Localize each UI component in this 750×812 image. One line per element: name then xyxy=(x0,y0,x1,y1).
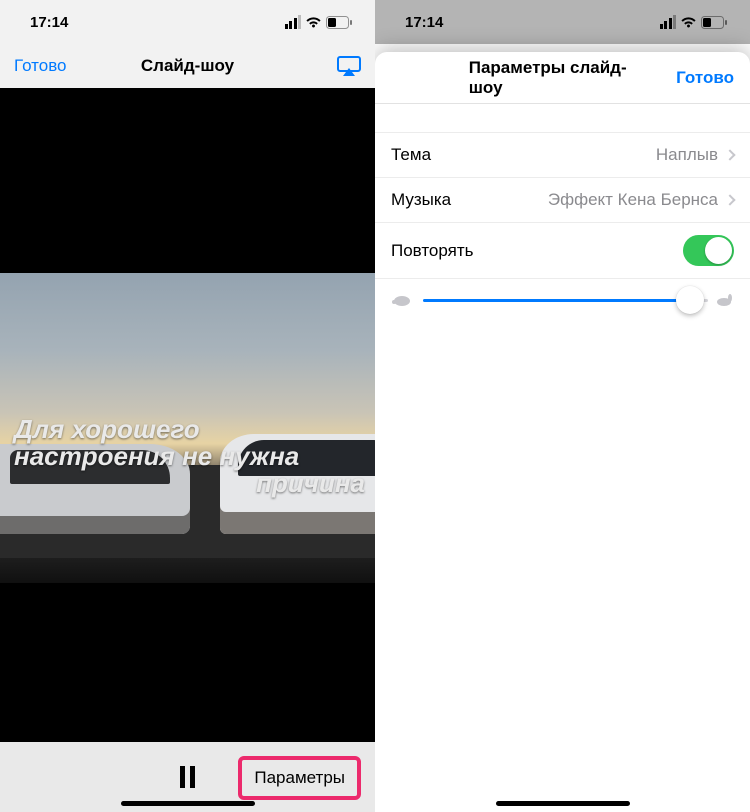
done-button[interactable]: Готово xyxy=(14,56,74,76)
row-theme-label: Тема xyxy=(391,145,431,165)
repeat-toggle[interactable] xyxy=(683,235,734,266)
battery-icon xyxy=(701,16,728,29)
speed-slider[interactable] xyxy=(423,299,702,302)
rabbit-icon xyxy=(712,293,734,307)
cellular-icon xyxy=(660,15,677,29)
slideshow-title: Слайд-шоу xyxy=(141,56,234,76)
row-theme[interactable]: Тема Наплыв xyxy=(375,133,750,178)
settings-list: Тема Наплыв Музыка Эффект Кена Бернса По… xyxy=(375,132,750,279)
right-phone: 17:14 Параметры слайд-шоу Готово Те xyxy=(375,0,750,812)
row-theme-value: Наплыв xyxy=(656,145,718,165)
home-indicator[interactable] xyxy=(121,801,255,806)
video-overlay-text: Для хорошего настроения не нужна причина xyxy=(14,416,365,498)
chevron-right-icon xyxy=(724,149,735,160)
row-repeat-label: Повторять xyxy=(391,241,474,261)
options-sheet: Параметры слайд-шоу Готово Тема Наплыв М… xyxy=(375,52,750,812)
pause-button[interactable] xyxy=(168,757,208,797)
right-dimmed-status: 17:14 xyxy=(375,0,750,44)
options-done-button[interactable]: Готово xyxy=(676,68,734,88)
status-time: 17:14 xyxy=(405,14,443,31)
row-music-label: Музыка xyxy=(391,190,451,210)
options-button[interactable]: Параметры xyxy=(238,756,361,800)
slideshow-nav: Готово Слайд-шоу xyxy=(0,44,375,88)
chevron-right-icon xyxy=(724,194,735,205)
left-phone: 17:14 Готово Слайд-шоу xyxy=(0,0,375,812)
battery-icon xyxy=(326,16,353,29)
row-music[interactable]: Музыка Эффект Кена Бернса xyxy=(375,178,750,223)
cellular-icon xyxy=(285,15,302,29)
home-indicator[interactable] xyxy=(496,801,630,806)
options-title: Параметры слайд-шоу xyxy=(469,58,657,98)
status-bar-left: 17:14 xyxy=(0,0,375,44)
wifi-icon xyxy=(680,16,697,29)
status-icons xyxy=(285,15,354,29)
row-music-value: Эффект Кена Бернса xyxy=(548,190,718,210)
wifi-icon xyxy=(305,16,322,29)
video-frame: Для хорошего настроения не нужна причина xyxy=(0,273,375,583)
options-nav: Параметры слайд-шоу Готово xyxy=(375,52,750,104)
row-repeat: Повторять xyxy=(375,223,750,279)
status-time: 17:14 xyxy=(30,14,68,31)
airplay-icon[interactable] xyxy=(337,56,361,76)
slideshow-video[interactable]: Для хорошего настроения не нужна причина xyxy=(0,88,375,742)
status-icons xyxy=(660,15,729,29)
slideshow-toolbar: Параметры xyxy=(0,742,375,812)
speed-slider-row xyxy=(375,279,750,317)
turtle-icon xyxy=(391,293,413,307)
